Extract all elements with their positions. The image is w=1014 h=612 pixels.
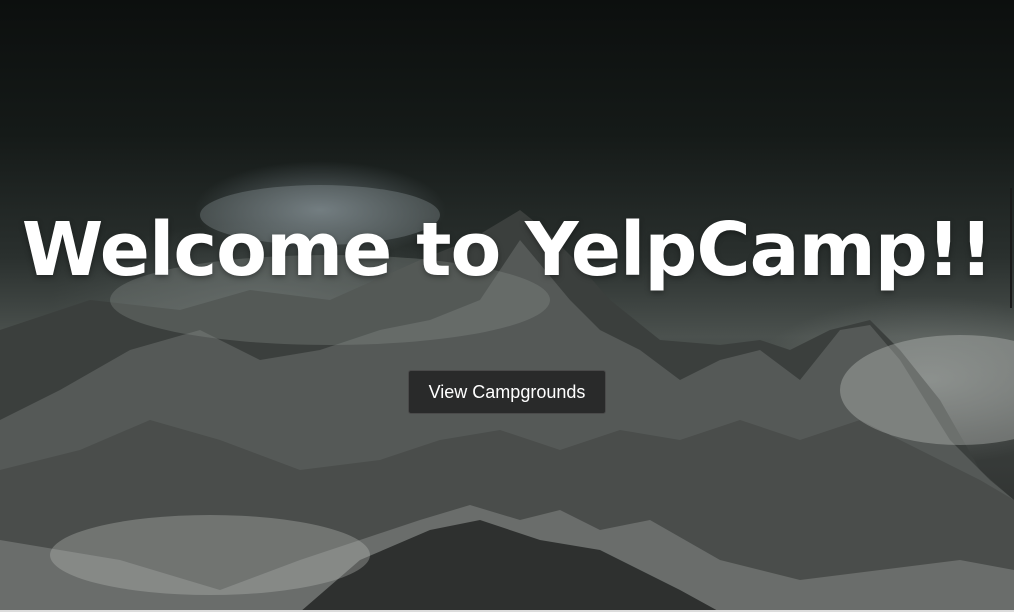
view-campgrounds-button[interactable]: View Campgrounds (408, 370, 606, 414)
landing-hero: Welcome to YelpCamp!! View Campgrounds (0, 0, 1014, 612)
page-title: Welcome to YelpCamp!! (21, 207, 993, 293)
mist-cloud-left (50, 515, 370, 595)
mountain-background-image (0, 185, 1014, 612)
